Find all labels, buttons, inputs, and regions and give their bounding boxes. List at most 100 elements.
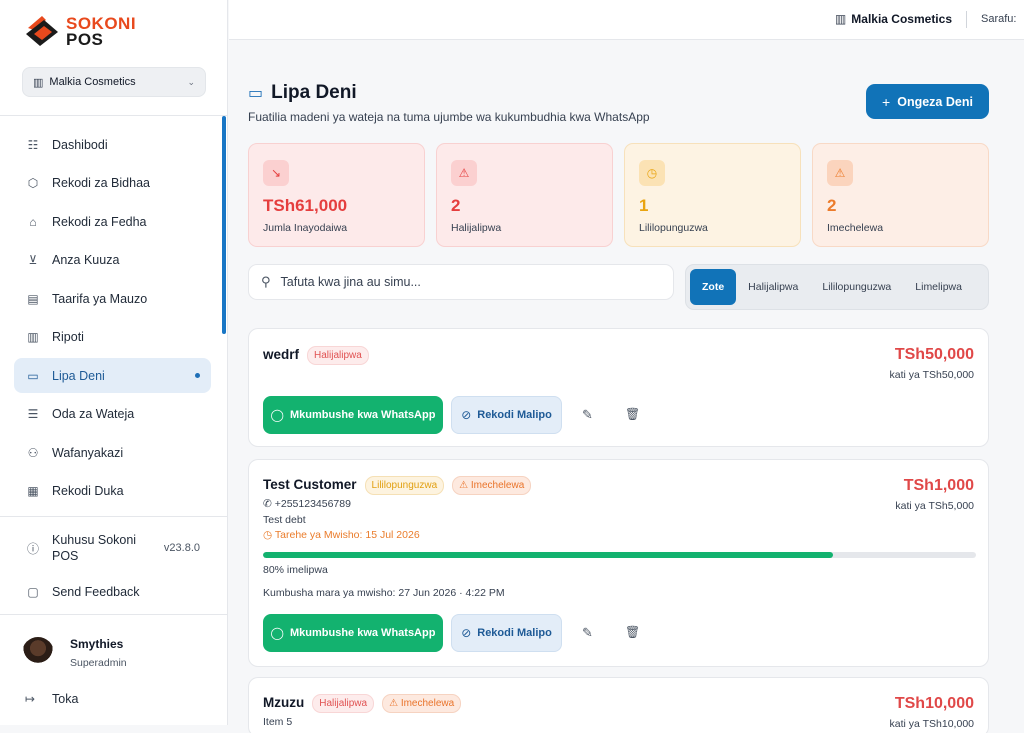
sidebar-item[interactable]: ☷ Dashibodi bbox=[14, 127, 211, 162]
sidebar-item-label: Wafanyakazi bbox=[52, 445, 124, 460]
search-box[interactable]: ⚲ Tafuta kwa jina au simu... bbox=[248, 264, 674, 300]
stat-value: 2 bbox=[451, 196, 461, 215]
alert-icon: ⚠ bbox=[827, 160, 853, 186]
filter-tab[interactable]: Lililopunguzwa bbox=[810, 269, 903, 305]
sidebar-item-label: Oda za Wateja bbox=[52, 407, 135, 421]
grid-icon: ☷ bbox=[27, 137, 39, 152]
customer-name: wedrf Halijalipwa bbox=[263, 346, 369, 365]
total-amount: kati ya TSh50,000 bbox=[889, 369, 974, 381]
alert-icon: ⚠ bbox=[451, 160, 477, 186]
sidebar-item-label: Taarifa ya Mauzo bbox=[52, 291, 148, 306]
alert-icon: ⚠ bbox=[389, 698, 399, 709]
page-title: ▭ Lipa Deni bbox=[248, 82, 357, 103]
clipboard-icon: ▤ bbox=[27, 291, 39, 306]
sidebar-item[interactable]: ⌂ Rekodi za Fedha bbox=[14, 204, 211, 239]
chevron-down-icon: ⌄ bbox=[187, 76, 195, 87]
add-debt-button[interactable]: + Ongeza Deni bbox=[866, 84, 989, 119]
search-input[interactable]: Tafuta kwa jina au simu... bbox=[281, 275, 421, 289]
sidebar-item[interactable]: ▤ Taarifa ya Mauzo bbox=[14, 281, 211, 316]
divider bbox=[966, 11, 967, 28]
info-icon: ⓘ bbox=[26, 541, 39, 556]
stat-card: ⚠ 2 Imechelewa bbox=[812, 143, 989, 247]
cart-icon: ⊻ bbox=[28, 253, 38, 267]
sidebar-item[interactable]: ☰ Oda za Wateja bbox=[14, 397, 211, 432]
total-amount: kati ya TSh5,000 bbox=[895, 500, 974, 512]
due-date: ◷ Tarehe ya Mwisho: 15 Jul 2026 bbox=[263, 529, 420, 541]
active-indicator bbox=[195, 373, 200, 378]
store-selector-value: Malkia Cosmetics bbox=[49, 76, 136, 88]
sidebar-item-label: Rekodi za Bidhaa bbox=[52, 176, 150, 190]
store-icon: ▦ bbox=[27, 484, 39, 498]
avatar bbox=[22, 637, 54, 669]
clock-icon: ◷ bbox=[639, 160, 665, 186]
status-badge: Halijalipwa bbox=[307, 346, 369, 365]
record-payment-button[interactable]: ⊘ Rekodi Malipo bbox=[451, 614, 562, 652]
divider bbox=[0, 115, 228, 116]
filter-tab[interactable]: Halijalipwa bbox=[736, 269, 810, 305]
stat-card: ↘ TSh61,000 Jumla Inayodaiwa bbox=[248, 143, 425, 247]
chat-icon: ◯ bbox=[270, 626, 284, 640]
building-icon: ▥ bbox=[33, 76, 44, 89]
top-store-name[interactable]: ▥ Malkia Cosmetics bbox=[835, 12, 952, 26]
user-profile[interactable]: Smythies Superadmin bbox=[22, 637, 127, 669]
phone-icon: ✆ bbox=[263, 498, 272, 510]
remaining-amount: TSh10,000 bbox=[894, 695, 974, 712]
record-payment-button[interactable]: ⊘ Rekodi Malipo bbox=[451, 396, 562, 434]
sidebar-item[interactable]: ⊻ Anza Kuuza bbox=[14, 243, 211, 278]
send-feedback-item[interactable]: ▢ Send Feedback bbox=[14, 574, 211, 609]
sokoni-pos-logo[interactable]: SOKONI POS bbox=[24, 14, 144, 50]
sidebar-item-label: Ripoti bbox=[52, 330, 84, 344]
edit-icon[interactable]: ✎ bbox=[582, 407, 593, 423]
edit-icon[interactable]: ✎ bbox=[582, 625, 593, 641]
debt-note: Test debt bbox=[263, 514, 306, 526]
stat-label: Imechelewa bbox=[827, 222, 884, 234]
clock-icon: ◷ bbox=[263, 529, 273, 541]
wallet-icon: ▭ bbox=[248, 85, 264, 102]
top-bar: ▥ Malkia Cosmetics Sarafu: bbox=[229, 0, 1024, 40]
logout-icon: ↦ bbox=[25, 692, 36, 706]
last-reminder: Kumbusha mara ya mwisho: 27 Jun 2026 · 4… bbox=[263, 587, 505, 599]
users-icon: ⚇ bbox=[27, 445, 39, 460]
sidebar-item[interactable]: ⚇ Wafanyakazi bbox=[14, 435, 211, 470]
stat-value: 1 bbox=[639, 196, 649, 215]
sidebar-item-label: Dashibodi bbox=[52, 137, 108, 152]
alert-icon: ⚠ bbox=[459, 480, 469, 491]
sidebar-item[interactable]: ⬡ Rekodi za Bidhaa bbox=[14, 166, 211, 201]
bar-chart-icon: ▥ bbox=[27, 330, 39, 344]
store-selector[interactable]: ▥ Malkia Cosmetics ⌄ bbox=[22, 67, 206, 97]
chat-icon: ◯ bbox=[270, 408, 284, 422]
sidebar-scrollbar[interactable] bbox=[222, 116, 226, 334]
logo-mark-icon bbox=[26, 16, 58, 46]
filter-tab[interactable]: Zote bbox=[690, 269, 737, 305]
user-name: Smythies bbox=[70, 637, 124, 651]
check-circle-icon: ⊘ bbox=[461, 626, 472, 640]
phone-line: ✆ +255123456789 bbox=[263, 498, 351, 510]
sidebar-item[interactable]: ▭ Lipa Deni bbox=[14, 358, 211, 393]
customer-name: Test Customer Lililopunguzwa ⚠ Imechelewa bbox=[263, 476, 532, 495]
page-subtitle: Fuatilia madeni ya wateja na tuma ujumbe… bbox=[248, 110, 650, 124]
whatsapp-remind-button[interactable]: ◯ Mkumbushe kwa WhatsApp bbox=[263, 614, 443, 652]
logout-button[interactable]: ↦ Toka bbox=[25, 692, 78, 706]
stat-label: Jumla Inayodaiwa bbox=[263, 222, 348, 234]
trending-down-icon: ↘ bbox=[263, 160, 289, 186]
user-role: Superadmin bbox=[70, 657, 127, 669]
trash-icon[interactable]: 🗑 bbox=[625, 407, 640, 421]
sidebar-item-label: Anza Kuuza bbox=[52, 253, 120, 267]
trash-icon[interactable]: 🗑 bbox=[625, 625, 640, 639]
brand-line2: POS bbox=[66, 30, 104, 49]
list-icon: ☰ bbox=[27, 407, 39, 421]
status-badge: ⚠ Imechelewa bbox=[382, 694, 462, 713]
remaining-amount: TSh50,000 bbox=[894, 346, 974, 363]
about-item[interactable]: ⓘ Kuhusu Sokoni POS v23.8.0 bbox=[14, 527, 211, 569]
sidebar-item[interactable]: ▥ Ripoti bbox=[14, 320, 211, 355]
whatsapp-remind-button[interactable]: ◯ Mkumbushe kwa WhatsApp bbox=[263, 396, 443, 434]
sidebar-item[interactable]: ▦ Rekodi Duka bbox=[14, 474, 211, 509]
filter-tab[interactable]: Limelipwa bbox=[903, 269, 974, 305]
stat-label: Halijalipwa bbox=[451, 222, 502, 234]
sidebar-item-label: Rekodi Duka bbox=[52, 484, 124, 498]
divider bbox=[0, 516, 228, 517]
search-icon: ⚲ bbox=[261, 274, 271, 289]
feedback-label: Send Feedback bbox=[52, 584, 140, 599]
progress-label: 80% imelipwa bbox=[263, 564, 328, 576]
currency-label[interactable]: Sarafu: bbox=[981, 13, 1024, 25]
